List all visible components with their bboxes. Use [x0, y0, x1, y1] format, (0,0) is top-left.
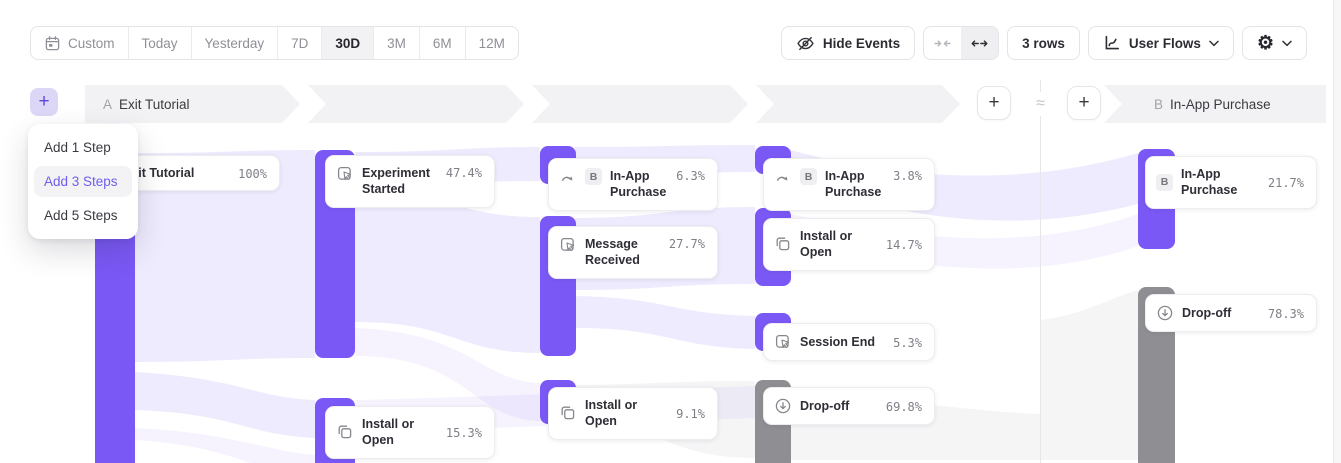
step-header-segment — [756, 85, 960, 123]
date-range-12m[interactable]: 12M — [465, 27, 518, 59]
node-label: Message Received — [585, 236, 661, 269]
flow-node-in-app-purchase-3[interactable]: B In-App Purchase 3.8% — [763, 158, 935, 211]
gear-icon: ⚙ — [1257, 34, 1274, 53]
node-label: In-App Purchase — [825, 168, 885, 201]
node-label: Drop-off — [800, 398, 878, 414]
date-range-today[interactable]: Today — [128, 27, 191, 59]
date-range-custom[interactable]: Custom — [31, 27, 128, 59]
node-percent: 5.3% — [893, 335, 922, 350]
approx-separator: ≈ — [1026, 92, 1055, 116]
click-icon — [774, 333, 792, 351]
step-b-badge: B — [800, 168, 817, 185]
flow-canvas: A Exit Tutorial B In-App Purchase + + + … — [0, 0, 1341, 463]
node-percent: 9.1% — [676, 406, 705, 421]
arrows-inward-icon — [934, 38, 951, 49]
node-percent: 14.7% — [886, 237, 922, 252]
flow-node-dropoff-69[interactable]: Drop-off 69.8% — [763, 387, 935, 425]
section-divider — [1040, 80, 1041, 463]
date-range-3m[interactable]: 3M — [373, 27, 419, 59]
node-percent: 69.8% — [886, 399, 922, 414]
node-percent: 27.7% — [669, 236, 705, 251]
dropoff-icon — [774, 397, 792, 415]
right-gutter — [1333, 0, 1341, 463]
node-label: In-App Purchase — [610, 168, 668, 201]
dropoff-icon — [1156, 304, 1174, 322]
step-b-badge: B — [585, 168, 602, 185]
click-icon — [559, 236, 577, 254]
step-header-segment — [532, 85, 748, 123]
node-percent: 6.3% — [676, 168, 705, 183]
flow-node-dropoff-78[interactable]: Drop-off 78.3% — [1145, 294, 1317, 332]
add-steps-menu: Add 1 Step Add 3 Steps Add 5 Steps — [28, 124, 138, 239]
step-header-segment — [308, 85, 524, 123]
app-window-icon — [559, 404, 577, 422]
rows-button[interactable]: 3 rows — [1007, 26, 1080, 60]
app-window-icon — [336, 423, 354, 441]
settings-button[interactable]: ⚙ — [1242, 26, 1307, 60]
step-header-label-b: B In-App Purchase — [1154, 85, 1271, 123]
add-step-button-left[interactable]: + — [30, 88, 58, 116]
date-range-7d[interactable]: 7D — [277, 27, 321, 59]
node-percent: 100% — [238, 166, 267, 181]
collapse-expand-toggle — [923, 26, 999, 60]
date-range-selector: Custom Today Yesterday 7D 30D 3M 6M 12M — [30, 26, 519, 60]
node-percent: 78.3% — [1268, 306, 1304, 321]
step-a-title: Exit Tutorial — [119, 97, 190, 112]
node-label: Install or Open — [585, 397, 668, 430]
node-label: Install or Open — [362, 416, 438, 449]
add-step-button-end-a[interactable]: + — [977, 86, 1011, 120]
hide-events-button[interactable]: Hide Events — [781, 26, 915, 60]
menu-item-add-1-step[interactable]: Add 1 Step — [28, 131, 138, 164]
node-label: Experiment Started — [362, 165, 438, 198]
app-window-icon — [774, 235, 792, 253]
date-range-yesterday[interactable]: Yesterday — [191, 27, 278, 59]
flow-node-in-app-purchase-21[interactable]: B In-App Purchase 21.7% — [1145, 156, 1317, 209]
menu-item-add-3-steps[interactable]: Add 3 Steps — [34, 166, 132, 197]
node-percent: 21.7% — [1268, 175, 1304, 190]
collapse-columns-button[interactable] — [924, 27, 961, 59]
add-step-button-start-b[interactable]: + — [1067, 86, 1101, 120]
click-icon — [336, 165, 354, 183]
flow-node-session-end[interactable]: Session End 5.3% — [763, 323, 935, 361]
expand-columns-button[interactable] — [961, 27, 998, 59]
user-flows-app: A Exit Tutorial B In-App Purchase + + + … — [0, 0, 1341, 463]
step-b-prefix: B — [1154, 97, 1163, 112]
date-range-30d[interactable]: 30D — [321, 27, 373, 59]
node-label: Exit Tutorial — [123, 165, 230, 181]
flow-node-install-or-open-14[interactable]: Install or Open 14.7% — [763, 218, 935, 271]
toolbar: Custom Today Yesterday 7D 30D 3M 6M 12M … — [30, 26, 1307, 60]
node-label: Drop-off — [1182, 305, 1260, 321]
chevron-down-icon — [1209, 40, 1219, 47]
jump-arrow-icon — [559, 168, 577, 186]
flow-node-message-received[interactable]: Message Received 27.7% — [548, 226, 718, 279]
toolbar-right: Hide Events 3 rows U — [781, 26, 1307, 60]
node-percent: 3.8% — [893, 168, 922, 183]
flow-node-in-app-purchase-6[interactable]: B In-App Purchase 6.3% — [548, 158, 718, 211]
flow-node-install-or-open-9[interactable]: Install or Open 9.1% — [548, 387, 718, 440]
node-percent: 47.4% — [446, 165, 482, 180]
flow-node-install-or-open-15[interactable]: Install or Open 15.3% — [325, 406, 495, 459]
calendar-icon — [44, 35, 61, 52]
node-label: In-App Purchase — [1181, 166, 1260, 199]
jump-arrow-icon — [774, 168, 792, 186]
step-header-label-a: A Exit Tutorial — [103, 85, 190, 123]
arrows-outward-icon — [971, 38, 988, 49]
chevron-down-icon — [1282, 40, 1292, 47]
node-percent: 15.3% — [446, 425, 482, 440]
menu-item-add-5-steps[interactable]: Add 5 Steps — [28, 199, 138, 232]
node-label: Install or Open — [800, 228, 878, 261]
flow-chart-icon — [1103, 34, 1121, 52]
view-selector-button[interactable]: User Flows — [1088, 26, 1234, 60]
date-range-6m[interactable]: 6M — [419, 27, 465, 59]
step-b-title: In-App Purchase — [1170, 97, 1271, 112]
step-b-badge: B — [1156, 174, 1173, 191]
step-a-prefix: A — [103, 97, 112, 112]
eye-off-icon — [796, 34, 815, 53]
node-label: Session End — [800, 334, 885, 350]
flow-node-experiment-started[interactable]: Experiment Started 47.4% — [325, 155, 495, 208]
